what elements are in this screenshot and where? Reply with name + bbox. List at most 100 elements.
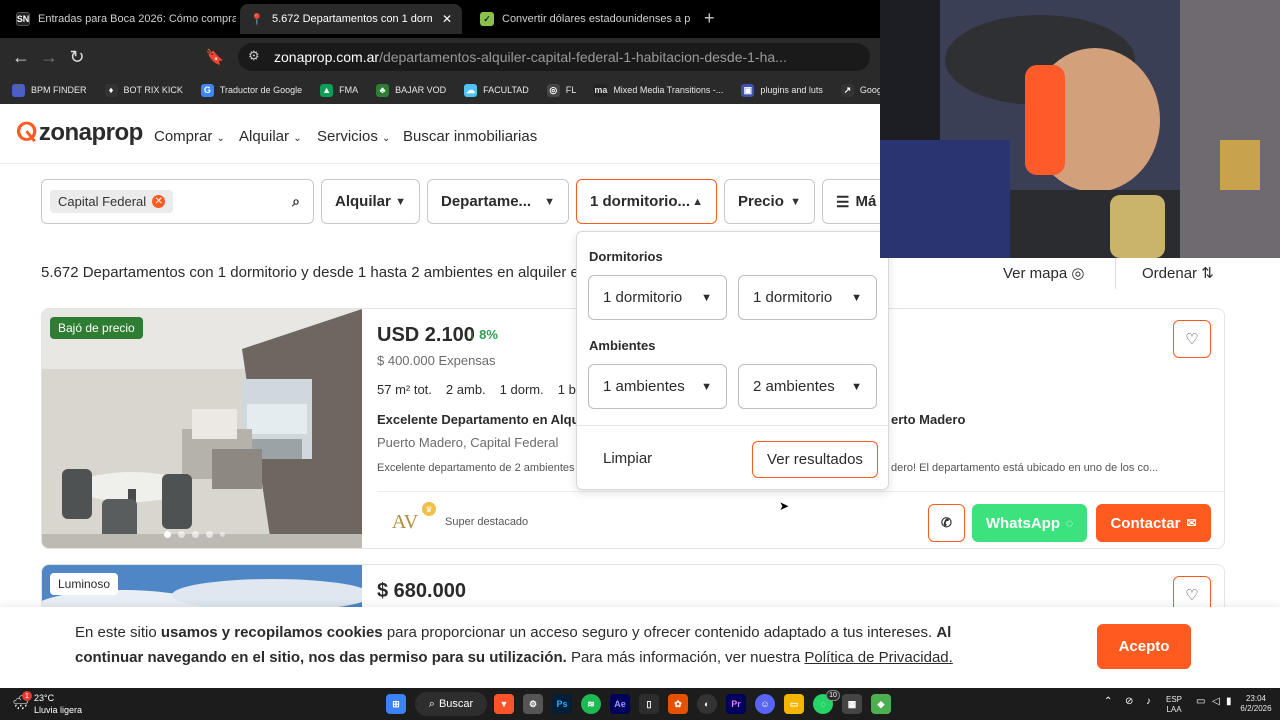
select-value: 1 dormitorio: [753, 289, 833, 306]
whatsapp-button[interactable]: WhatsApp ◌: [972, 504, 1087, 542]
bookmark-bpm-finder[interactable]: 🎵 BPM FINDER: [12, 83, 87, 97]
carousel-dot[interactable]: [206, 531, 213, 538]
location-pin-icon: ◎: [1071, 265, 1085, 282]
listing-title-end[interactable]: erto Madero: [891, 412, 965, 427]
bookmark-bajar-vod[interactable]: ♣ BAJAR VOD: [376, 83, 446, 97]
listing-title[interactable]: Excelente Departamento en Alquil: [377, 412, 587, 427]
drive-icon: ▲: [320, 83, 334, 97]
agency-logo[interactable]: AV: [390, 505, 420, 539]
bookmark-plugins-luts[interactable]: ▣ plugins and luts: [741, 83, 823, 97]
filter-label: 1 dormitorio...: [590, 193, 691, 210]
bookmark-facultad[interactable]: ☁ FACULTAD: [464, 83, 529, 97]
price-filter[interactable]: Precio ▼: [724, 179, 815, 224]
obs-icon[interactable]: ◐: [697, 694, 717, 714]
spotify-icon[interactable]: ≋: [581, 694, 601, 714]
location-search-input[interactable]: Capital Federal ✕ ⌕: [41, 179, 314, 224]
weather-condition: Lluvia ligera: [34, 705, 83, 715]
calculator-icon[interactable]: ▦: [842, 694, 862, 714]
tray-volume-icon[interactable]: ◁: [1212, 696, 1220, 707]
clear-filters-button[interactable]: Limpiar: [603, 450, 652, 467]
contact-button[interactable]: Contactar ✉: [1096, 504, 1211, 542]
rooms-filter[interactable]: 1 dormitorio... ▲: [576, 179, 717, 224]
privacy-policy-link[interactable]: Política de Privacidad.: [804, 649, 952, 666]
select-value: 2 ambientes: [753, 378, 835, 395]
favorite-heart-icon[interactable]: ♡: [1173, 320, 1211, 358]
bookmark-fma[interactable]: ▲ FMA: [320, 83, 359, 97]
tab-label: 5.672 Departamentos con 1 dormitorio y d: [272, 13, 432, 25]
tab-currency-converter[interactable]: ✓ Convertir dólares estadounidenses a pe…: [470, 4, 690, 34]
clock[interactable]: 23:04 6/2/2026: [1236, 694, 1276, 714]
cookie-banner: En este sitio usamos y recopilamos cooki…: [0, 607, 1280, 688]
language-indicator[interactable]: ESP LAA: [1166, 695, 1182, 715]
brave-browser-icon[interactable]: ▼: [494, 694, 514, 714]
operation-filter[interactable]: Alquilar ▼: [321, 179, 420, 224]
carousel-dot[interactable]: [192, 531, 199, 538]
settings-gear-icon[interactable]: ⚙: [523, 694, 543, 714]
search-icon[interactable]: ⌕: [292, 193, 300, 210]
nav-comprar[interactable]: Comprar ⌄: [154, 128, 225, 145]
photo-carousel-dots[interactable]: [164, 531, 225, 538]
bedrooms-max-select[interactable]: 1 dormitorio ▼: [738, 275, 877, 320]
property-type-filter[interactable]: Departame... ▼: [427, 179, 569, 224]
tab-zonaprop[interactable]: 📍 5.672 Departamentos con 1 dormitorio y…: [240, 4, 462, 34]
bookmark-bot-rix-kick[interactable]: ♦ BOT RIX KICK: [104, 83, 183, 97]
nav-servicios[interactable]: Servicios ⌄: [317, 128, 390, 145]
tray-battery-icon[interactable]: ▮: [1226, 696, 1232, 707]
bookmark-icon[interactable]: 🔖: [204, 46, 226, 68]
address-bar[interactable]: ⚙ zonaprop.com.ar/departamentos-alquiler…: [238, 43, 870, 71]
phone-call-button[interactable]: ✆: [928, 504, 965, 542]
chevron-down-icon: ⌄: [216, 133, 225, 144]
forward-arrow-icon[interactable]: →: [38, 46, 60, 68]
new-tab-button[interactable]: +: [704, 8, 715, 29]
bookmark-google-translate[interactable]: G Traductor de Google: [200, 83, 302, 97]
nav-buscar-inmobiliarias[interactable]: Buscar inmobiliarias: [403, 128, 537, 145]
tray-display-icon[interactable]: ▭: [1196, 696, 1205, 707]
webcam-feed: [880, 0, 1280, 258]
rooms-max-select[interactable]: 2 ambientes ▼: [738, 364, 877, 409]
after-effects-icon[interactable]: Ae: [610, 694, 630, 714]
plugins-icon: ▣: [741, 83, 755, 97]
chevron-down-icon: ⌄: [293, 133, 302, 144]
premiere-icon[interactable]: Pr: [726, 694, 746, 714]
fl-studio-icon[interactable]: ✿: [668, 694, 688, 714]
bedrooms-min-select[interactable]: 1 dormitorio ▼: [588, 275, 727, 320]
carousel-dot[interactable]: [220, 532, 225, 537]
listing-tier: Super destacado: [445, 516, 529, 528]
temperature: 23°C: [34, 693, 55, 703]
listing-photo[interactable]: Bajó de precio: [42, 309, 362, 548]
tray-mic-icon[interactable]: ♪: [1146, 696, 1151, 707]
carousel-dot[interactable]: [164, 531, 171, 538]
divider: [577, 425, 890, 426]
carousel-dot[interactable]: [178, 531, 185, 538]
remove-chip-icon[interactable]: ✕: [152, 195, 166, 208]
tray-chevron-up-icon[interactable]: ⌃: [1104, 696, 1112, 707]
tray-network-icon[interactable]: ⊘: [1125, 696, 1133, 707]
app-cube-icon[interactable]: ◆: [871, 694, 891, 714]
bookmark-fl[interactable]: ◎ FL: [546, 83, 576, 97]
bookmark-label: FMA: [339, 85, 359, 95]
discord-icon[interactable]: ☺: [755, 694, 775, 714]
close-tab-icon[interactable]: ✕: [442, 12, 452, 26]
chevron-down-icon: ▼: [544, 195, 555, 208]
map-view-button[interactable]: Ver mapa ◎: [1003, 264, 1084, 282]
bookmark-label: BPM FINDER: [31, 85, 87, 95]
site-settings-icon[interactable]: ⚙: [248, 48, 260, 64]
bookmark-mixed-media[interactable]: ma Mixed Media Transitions -...: [594, 83, 723, 97]
photoshop-icon[interactable]: Ps: [552, 694, 572, 714]
zonaprop-logo[interactable]: ⵕ zonaprop: [16, 118, 143, 147]
windows-start-icon[interactable]: ⊞: [386, 694, 406, 714]
see-results-button[interactable]: Ver resultados: [752, 441, 878, 478]
webcam-overlay: [880, 0, 1280, 258]
reload-icon[interactable]: ↻: [66, 46, 88, 68]
sort-button[interactable]: Ordenar ⇅: [1142, 264, 1214, 282]
folder-icon[interactable]: ▭: [784, 694, 804, 714]
keyboard-layout: LAA: [1166, 705, 1182, 714]
accept-cookies-button[interactable]: Acepto: [1097, 624, 1191, 669]
tab-boca-tickets[interactable]: SN Entradas para Boca 2026: Cómo comprar…: [6, 4, 236, 34]
nav-alquilar[interactable]: Alquilar ⌄: [239, 128, 302, 145]
file-icon[interactable]: ▯: [639, 694, 659, 714]
back-arrow-icon[interactable]: ←: [10, 46, 32, 68]
taskbar-search[interactable]: ⌕ Buscar: [415, 692, 487, 716]
rooms-min-select[interactable]: 1 ambientes ▼: [588, 364, 727, 409]
bookmark-label: FACULTAD: [483, 85, 529, 95]
